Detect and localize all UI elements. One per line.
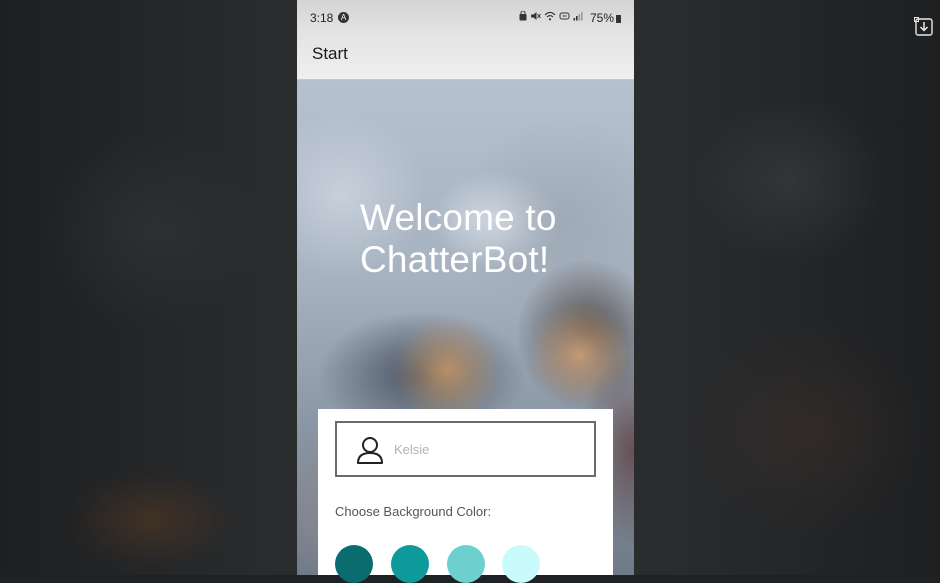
color-choice-label: Choose Background Color: xyxy=(335,504,492,519)
color-swatch-light-teal[interactable] xyxy=(447,545,485,583)
mute-icon xyxy=(531,12,541,20)
color-swatch-teal[interactable] xyxy=(391,545,429,583)
battery-icon xyxy=(616,15,622,23)
battery-percent: 75% xyxy=(590,11,615,25)
status-icons xyxy=(519,11,583,21)
signal-icon xyxy=(573,12,583,21)
name-input-value: Kelsie xyxy=(394,442,430,457)
name-input[interactable]: Kelsie xyxy=(335,421,596,477)
user-icon xyxy=(357,437,383,464)
welcome-line-1: Welcome to xyxy=(360,197,557,238)
data-icon xyxy=(559,12,570,20)
wifi-icon xyxy=(544,11,556,21)
status-time: 3:18 xyxy=(310,11,334,25)
color-swatch-pale-cyan[interactable] xyxy=(502,545,540,583)
welcome-line-2: ChatterBot! xyxy=(360,239,550,280)
lock-status-icon xyxy=(519,11,527,21)
start-form-card: Kelsie Choose Background Color: xyxy=(318,409,613,583)
page-title: Start xyxy=(312,44,348,63)
notification-icon: A xyxy=(338,12,349,23)
battery-indicator: 75% xyxy=(590,11,622,25)
download-icon[interactable] xyxy=(914,17,934,37)
color-swatch-dark-teal[interactable] xyxy=(335,545,373,583)
top-app-bar: 3:18 A 75% Start xyxy=(297,0,634,80)
welcome-heading: Welcome to ChatterBot! xyxy=(360,197,557,281)
